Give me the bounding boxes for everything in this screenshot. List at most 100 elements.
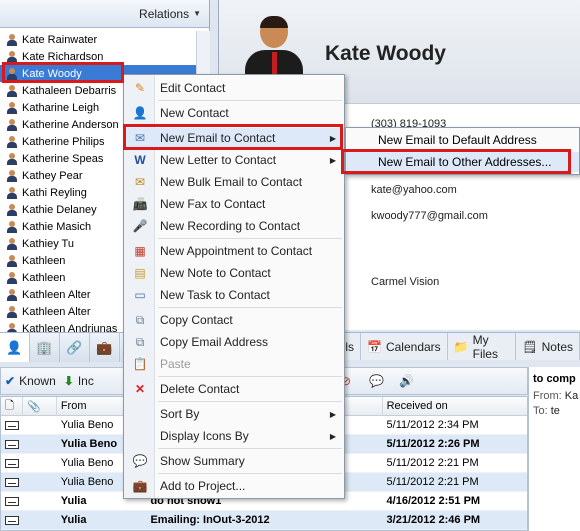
contact-list-item[interactable]: Kate Rainwater (0, 31, 196, 48)
menu-separator (158, 100, 342, 101)
menu-new-recording[interactable]: 🎤 New Recording to Contact (124, 216, 344, 236)
contact-name-label: Katherine Speas (22, 152, 104, 165)
received-cell: 3/21/2012 2:46 PM (386, 514, 481, 526)
submenu-default-address[interactable]: New Email to Default Address (346, 130, 579, 150)
tab-notes-label: Notes (541, 339, 573, 354)
person-icon (6, 271, 18, 284)
note-icon: 🗒 (522, 339, 538, 354)
menu-new-fax[interactable]: 📠 New Fax to Contact (124, 194, 344, 214)
tab-my-files-label: My Files (472, 332, 498, 361)
fax-icon: 📠 (132, 197, 148, 211)
org-chart-tab-icon[interactable]: 🔗 (60, 333, 90, 362)
person-icon (6, 33, 18, 46)
contact-name-label: Kathaleen Debarris (22, 84, 117, 97)
icon-cell (1, 454, 23, 473)
submenu-arrow-icon: ▶ (329, 409, 336, 419)
known-button[interactable]: ✔ Known (5, 374, 56, 388)
contact-name-label: Kate Rainwater (22, 33, 98, 46)
menu-new-task[interactable]: ▭ New Task to Contact (124, 285, 344, 305)
contact-name: Kate Woody (325, 42, 446, 65)
microphone-icon: 🎤 (132, 219, 148, 233)
submenu-arrow-icon: ▶ (329, 431, 336, 441)
menu-edit-contact-label: Edit Contact (160, 81, 226, 95)
paste-icon: 📋 (132, 357, 148, 371)
person-icon (6, 254, 18, 267)
received-cell: 5/11/2012 2:26 PM (386, 438, 480, 450)
relations-button[interactable]: Relations (139, 7, 189, 21)
menu-new-note[interactable]: ▤ New Note to Contact (124, 263, 344, 283)
copy-icon: ⧉ (135, 334, 145, 349)
menu-new-task-label: New Task to Contact (160, 288, 270, 302)
right-tab-strip: ails 📅 Calendars 📁 My Files 🗒 Notes (330, 332, 580, 361)
email-icon (5, 420, 19, 430)
submenu-other-addresses[interactable]: New Email to Other Addresses... (346, 152, 579, 172)
chevron-down-icon[interactable]: ▼ (193, 9, 201, 18)
type-column-header[interactable]: 🗋 (1, 397, 23, 416)
menu-new-letter-label: New Letter to Contact (160, 153, 277, 167)
menu-edit-contact[interactable]: ✎ Edit Contact (124, 78, 344, 98)
menu-display-icons-by[interactable]: Display Icons By ▶ (124, 426, 344, 446)
menu-show-summary[interactable]: 💬 Show Summary (124, 451, 344, 471)
menu-new-appointment-label: New Appointment to Contact (160, 244, 313, 258)
menu-new-contact[interactable]: 👤 New Contact (124, 103, 344, 123)
attachment-column-header[interactable]: 📎 (23, 397, 57, 416)
contact-name-label: Kate Woody (22, 67, 82, 80)
menu-separator (158, 448, 342, 449)
inc-label: Inc (77, 374, 94, 388)
received-cell: 5/11/2012 2:21 PM (386, 476, 479, 488)
icon-cell (23, 416, 57, 435)
word-document-icon: W (134, 153, 146, 167)
menu-add-to-project[interactable]: 💼 Add to Project... (124, 476, 344, 496)
menu-delete-contact[interactable]: ✕ Delete Contact (124, 379, 344, 399)
envelope-icon: ✉ (134, 131, 146, 145)
person-icon (6, 135, 18, 148)
person-icon (6, 152, 18, 165)
contact-name-label: Kathey Pear (22, 169, 83, 182)
tab-notes[interactable]: 🗒 Notes (516, 333, 580, 360)
briefcase-tab-icon[interactable]: 💼 (90, 333, 120, 362)
contacts-tab-icon[interactable]: 👤 (0, 333, 30, 362)
folder-icon: 📁 (453, 339, 469, 354)
received-cell: 4/16/2012 2:51 PM (386, 495, 481, 507)
table-row[interactable]: Yulia Emailing: InOut-3-2012 3/21/2012 2:4… (1, 511, 527, 530)
preview-from-label: From: (533, 390, 562, 402)
person-icon (6, 118, 18, 131)
audio-button[interactable]: 🔊 (399, 374, 414, 388)
submenu-arrow-icon: ▶ (329, 155, 336, 165)
known-label: Known (19, 374, 56, 388)
person-icon (6, 322, 18, 332)
email-value-1[interactable]: kate@yahoo.com (371, 184, 457, 196)
menu-copy-contact[interactable]: ⧉ Copy Contact (124, 310, 344, 330)
person-icon (6, 67, 18, 80)
from-cell: Yulia (60, 514, 87, 526)
menu-new-bulk-email[interactable]: ✉ New Bulk Email to Contact (124, 172, 344, 192)
menu-new-appointment[interactable]: ▦ New Appointment to Contact (124, 241, 344, 261)
tab-my-files[interactable]: 📁 My Files (448, 332, 517, 361)
menu-paste-label: Paste (160, 357, 191, 371)
email-value-2[interactable]: kwoody777@gmail.com (371, 210, 488, 222)
note-icon: ▤ (134, 266, 146, 280)
person-icon (6, 305, 18, 318)
contact-name-label: Kathiey Tu (22, 237, 74, 250)
contact-name-label: Kathi Reyling (22, 186, 87, 199)
menu-copy-email-address[interactable]: ⧉ Copy Email Address (124, 332, 344, 352)
received-column-header[interactable]: Received on (383, 397, 527, 416)
menu-new-bulk-label: New Bulk Email to Contact (160, 175, 303, 189)
menu-show-summary-label: Show Summary (160, 454, 245, 468)
contact-list-item[interactable]: Kate Richardson (0, 48, 196, 65)
menu-new-email-to-contact[interactable]: ✉ New Email to Contact ▶ (124, 128, 344, 148)
menu-separator (158, 125, 342, 126)
contact-name-label: Katharine Leigh (22, 101, 100, 114)
icon-cell (23, 511, 57, 530)
chat-button[interactable]: 💬 (369, 374, 384, 388)
menu-paste: 📋 Paste (124, 354, 344, 374)
menu-new-letter[interactable]: W New Letter to Contact ▶ (124, 150, 344, 170)
menu-sort-by[interactable]: Sort By ▶ (124, 404, 344, 424)
tab-calendars[interactable]: 📅 Calendars (361, 333, 448, 360)
icon-cell (1, 473, 23, 492)
menu-separator (158, 238, 342, 239)
person-icon (6, 169, 18, 182)
paperclip-icon: 📎 (26, 400, 41, 413)
inc-button[interactable]: ⬇ Inc (64, 374, 94, 388)
groups-tab-icon[interactable]: 🏢 (30, 333, 60, 362)
